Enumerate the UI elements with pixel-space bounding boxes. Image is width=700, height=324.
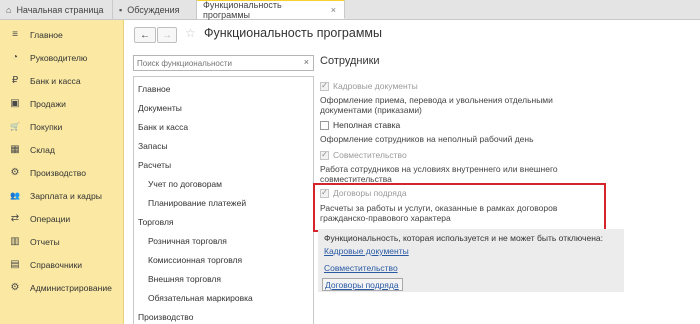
list-item[interactable]: Учет по договорам [134, 174, 313, 193]
tab-discussions[interactable]: ▪ Обсуждения [113, 0, 197, 19]
list-item[interactable]: Запасы [134, 136, 313, 155]
section-list: Главное Документы Банк и касса Запасы Ра… [133, 76, 314, 324]
option-label: Кадровые документы [333, 81, 418, 91]
page-title: Функциональность программы [204, 26, 383, 40]
sidebar-item-label: Администрирование [30, 282, 112, 293]
list-item[interactable]: Документы [134, 98, 313, 117]
list-item[interactable]: Планирование платежей [134, 193, 313, 212]
search-box: × [133, 55, 314, 71]
list-item[interactable]: Производство [134, 307, 313, 324]
checkbox[interactable]: ✓ [320, 81, 329, 91]
sidebar-item-label: Справочники [30, 259, 83, 270]
option-part-time[interactable]: Неполная ставка [320, 120, 400, 130]
settings-panel: Сотрудники [320, 48, 692, 75]
list-item[interactable]: Банк и касса [134, 117, 313, 136]
sales-icon: ▣ [10, 98, 20, 109]
form-header: ← → ☆ Функциональность программы [124, 20, 700, 48]
option-label: Совместительство [333, 150, 407, 160]
sidebar-item-label: Руководителю [30, 52, 88, 63]
reports-icon: ▥ [10, 236, 20, 247]
search-input[interactable] [134, 56, 294, 70]
link-contracts[interactable]: Договоры подряда [322, 278, 403, 291]
sidebar-item-production[interactable]: ⚙ Производство [0, 161, 123, 184]
sidebar: ≡ Главное ◔ Руководителю ₽ Банк и касса ▣ Пр… [0, 20, 124, 324]
tab-functionality[interactable]: Функциональность программы × [197, 0, 345, 20]
checkbox[interactable]: ✓ [320, 150, 329, 160]
sidebar-item-bank[interactable]: ₽ Банк и касса [0, 69, 123, 92]
operations-icon: ⇄ [10, 213, 20, 224]
info-text: Функциональность, которая используется и… [324, 233, 603, 243]
tab-label: Обсуждения [127, 4, 180, 15]
option-description: Оформление приема, перевода и увольнения… [320, 95, 553, 115]
sidebar-item-operations[interactable]: ⇄ Операции [0, 207, 123, 230]
sidebar-item-label: Отчеты [30, 236, 60, 247]
option-description: Работа сотрудников на условиях внутренне… [320, 164, 558, 184]
sidebar-item-admin[interactable]: ⚙ Администрирование [0, 276, 123, 299]
gear-icon: ⚙ [10, 282, 20, 293]
list-item[interactable]: Розничная торговля [134, 231, 313, 250]
cart-icon: 🛒 [10, 122, 20, 131]
sidebar-item-label: Зарплата и кадры [30, 190, 102, 201]
star-icon[interactable]: ☆ [185, 26, 196, 40]
list-item[interactable]: Главное [134, 79, 313, 98]
tab-label: Начальная страница [16, 4, 104, 15]
arrow-left-icon: ← [140, 29, 150, 41]
tab-label: Функциональность программы [203, 0, 282, 20]
clear-icon[interactable]: × [304, 57, 309, 67]
option-description: Оформление сотрудников на неполный рабоч… [320, 134, 534, 144]
warehouse-icon: ▦ [10, 144, 20, 155]
sidebar-item-payroll[interactable]: 👥 Зарплата и кадры [0, 184, 123, 207]
tab-home[interactable]: ⌂ Начальная страница [0, 0, 113, 19]
close-icon[interactable]: × [331, 5, 336, 15]
sidebar-item-manager[interactable]: ◔ Руководителю [0, 46, 123, 69]
option-combination[interactable]: ✓ Совместительство [320, 150, 407, 160]
sidebar-item-label: Операции [30, 213, 71, 224]
sidebar-item-label: Банк и касса [30, 75, 81, 86]
sidebar-item-sales[interactable]: ▣ Продажи [0, 92, 123, 115]
chart-icon: ◔ [11, 52, 19, 63]
checkbox[interactable] [320, 120, 329, 130]
arrow-right-icon: → [162, 29, 172, 41]
option-label: Неполная ставка [333, 120, 401, 130]
list-item[interactable]: Расчеты [134, 155, 313, 174]
list-item[interactable]: Обязательная маркировка [134, 288, 313, 307]
sidebar-item-purchases[interactable]: 🛒 Покупки [0, 115, 123, 138]
sidebar-item-warehouse[interactable]: ▦ Склад [0, 138, 123, 161]
sidebar-item-reports[interactable]: ▥ Отчеты [0, 230, 123, 253]
home-icon: ⌂ [6, 4, 12, 15]
back-button[interactable]: ← [134, 27, 156, 43]
list-item[interactable]: Внешняя торговля [134, 269, 313, 288]
sidebar-item-main[interactable]: ≡ Главное [0, 23, 123, 46]
highlight-frame [313, 183, 606, 232]
sidebar-item-label: Производство [30, 167, 87, 178]
sidebar-item-label: Покупки [30, 121, 63, 132]
list-item[interactable]: Комиссионная торговля [134, 250, 313, 269]
section-title: Сотрудники [320, 55, 380, 67]
menu-icon: ≡ [12, 29, 18, 40]
book-icon: ▤ [10, 259, 20, 270]
tab-bar: ⌂ Начальная страница ▪ Обсуждения Функци… [0, 0, 700, 20]
forward-button[interactable]: → [157, 27, 177, 43]
sidebar-item-label: Главное [30, 29, 63, 40]
list-item[interactable]: Торговля [134, 212, 313, 231]
option-hr-documents[interactable]: ✓ Кадровые документы [320, 81, 418, 91]
sidebar-item-label: Продажи [30, 98, 66, 109]
link-combination[interactable]: Совместительство [324, 263, 398, 273]
chat-icon: ▪ [119, 4, 123, 15]
sidebar-item-catalogs[interactable]: ▤ Справочники [0, 253, 123, 276]
people-icon: 👥 [10, 191, 20, 200]
sidebar-item-label: Склад [30, 144, 55, 155]
bank-icon: ₽ [11, 75, 19, 86]
factory-icon: ⚙ [10, 167, 20, 178]
link-hr-documents[interactable]: Кадровые документы [324, 246, 409, 256]
